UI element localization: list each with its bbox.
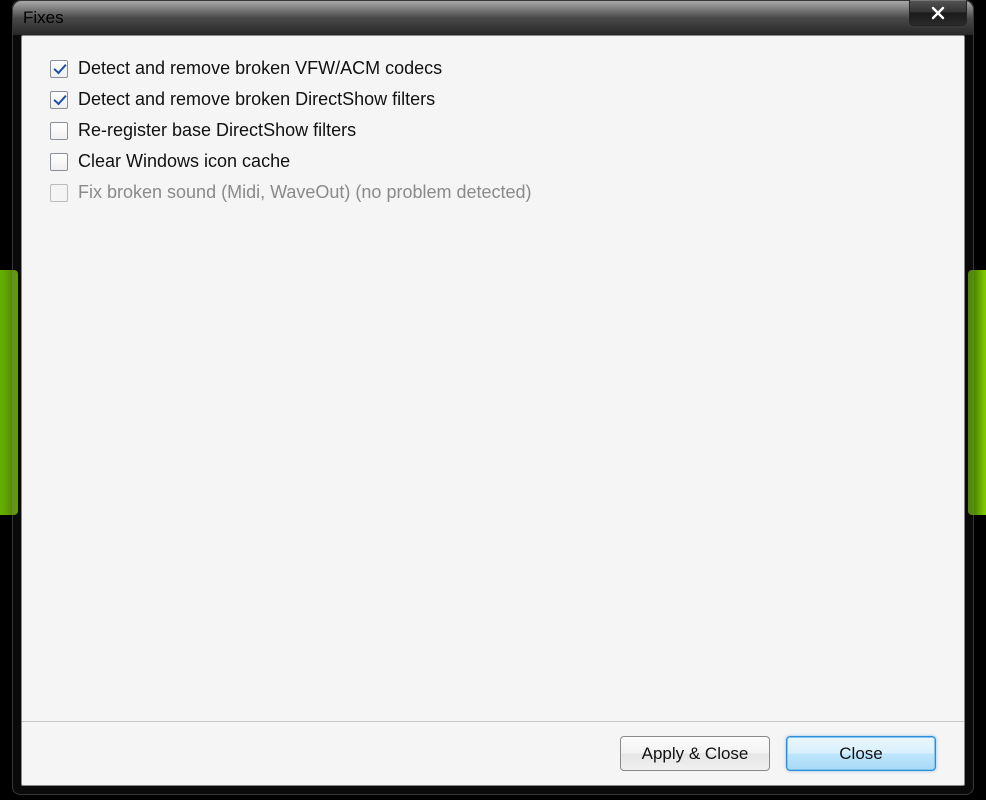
option-detect-vfw-acm[interactable]: Detect and remove broken VFW/ACM codecs [50,58,936,79]
option-label: Detect and remove broken DirectShow filt… [78,89,435,110]
checkbox[interactable] [50,122,68,140]
client-area: Detect and remove broken VFW/ACM codecs … [21,35,965,786]
window-title: Fixes [23,8,64,28]
option-clear-icon-cache[interactable]: Clear Windows icon cache [50,151,936,172]
option-reregister-directshow[interactable]: Re-register base DirectShow filters [50,120,936,141]
checkbox[interactable] [50,60,68,78]
options-panel: Detect and remove broken VFW/ACM codecs … [22,36,964,721]
option-fix-sound: Fix broken sound (Midi, WaveOut) (no pro… [50,182,936,203]
close-window-button[interactable] [909,0,967,26]
option-label: Detect and remove broken VFW/ACM codecs [78,58,442,79]
option-label: Clear Windows icon cache [78,151,290,172]
option-label: Re-register base DirectShow filters [78,120,356,141]
option-detect-directshow[interactable]: Detect and remove broken DirectShow filt… [50,89,936,110]
checkbox[interactable] [50,153,68,171]
checkbox [50,184,68,202]
close-button[interactable]: Close [786,736,936,771]
option-label: Fix broken sound (Midi, WaveOut) (no pro… [78,182,532,203]
titlebar[interactable]: Fixes [13,1,973,35]
close-icon [931,6,945,20]
dialog-window: Fixes Detect and remove broken VFW/ACM c… [12,0,974,795]
checkbox[interactable] [50,91,68,109]
dialog-footer: Apply & Close Close [22,721,964,785]
apply-and-close-button[interactable]: Apply & Close [620,736,770,771]
